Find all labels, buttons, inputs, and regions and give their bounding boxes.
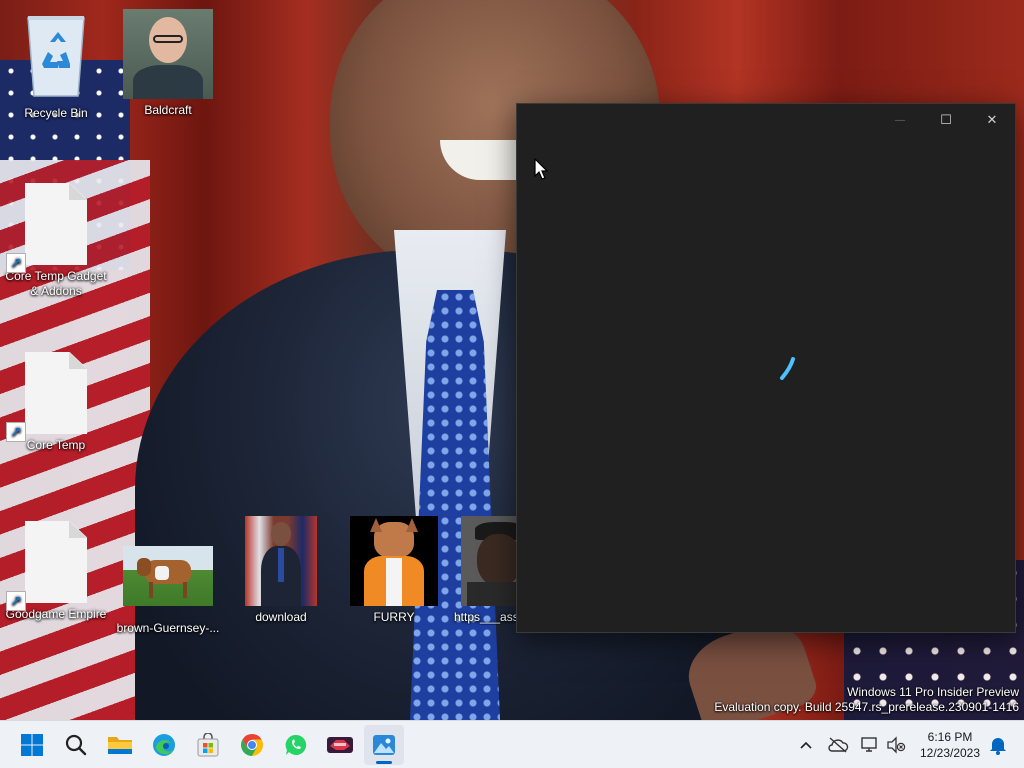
edge-icon (153, 734, 175, 756)
taskbar-clock[interactable]: 6:16 PM 12/23/2023 (912, 729, 988, 761)
desktop-icon-baldcraft[interactable]: Baldcraft (112, 9, 224, 118)
game-button[interactable] (320, 725, 360, 765)
windows-logo-icon (21, 734, 43, 756)
whatsapp-button[interactable] (276, 725, 316, 765)
minimize-button[interactable]: — (877, 104, 923, 136)
desktop-icon-label: brown-Guernsey-... (116, 621, 220, 635)
volume-tray-button[interactable] (884, 733, 908, 757)
mouse-cursor-icon (534, 158, 548, 180)
window-caption-buttons: — ☐ ✕ (877, 104, 1015, 136)
cloud-offline-icon (828, 737, 849, 753)
notifications-button[interactable] (986, 733, 1010, 757)
shortcut-arrow-icon: ↗ (6, 253, 26, 273)
furry-thumbnail (350, 516, 438, 606)
close-button[interactable]: ✕ (969, 104, 1015, 136)
network-tray-button[interactable] (858, 733, 882, 757)
recycle-bin-icon (27, 16, 85, 97)
shortcut-arrow-icon: ↗ (6, 591, 26, 611)
download-thumbnail (245, 516, 317, 606)
desktop-icon-goodgame-empire[interactable]: ↗ Goodgame Empire (0, 521, 112, 622)
document-icon (25, 521, 87, 603)
photos-icon (373, 735, 395, 755)
chevron-up-icon (800, 741, 812, 749)
tray-overflow-button[interactable] (794, 733, 818, 757)
desktop-icon-label: Recycle Bin (24, 106, 88, 120)
onedrive-tray-button[interactable] (826, 733, 850, 757)
search-button[interactable] (56, 725, 96, 765)
taskbar: 6:16 PM 12/23/2023 (0, 720, 1024, 768)
desktop-icon-download[interactable]: download (225, 516, 337, 625)
desktop-icon-core-temp[interactable]: ↗ Core Temp (0, 352, 112, 453)
microsoft-store-button[interactable] (188, 725, 228, 765)
desktop-icon-label: Baldcraft (144, 103, 192, 117)
edge-button[interactable] (144, 725, 184, 765)
watermark-build: Evaluation copy. Build 25947.rs_prerelea… (714, 700, 1019, 714)
store-icon (197, 733, 219, 757)
windows-watermark: Windows 11 Pro Insider Preview Evaluatio… (714, 685, 1019, 715)
cow-thumbnail (123, 546, 213, 606)
minimize-icon: — (895, 114, 905, 126)
document-icon (25, 183, 87, 265)
desktop-icon-https-asse[interactable]: https___asse (450, 516, 516, 625)
chrome-icon (241, 734, 263, 756)
chrome-button[interactable] (232, 725, 272, 765)
volume-muted-icon (887, 736, 906, 754)
maximize-button[interactable]: ☐ (923, 104, 969, 136)
folder-icon (108, 737, 132, 754)
game-icon (327, 737, 353, 753)
baldcraft-thumbnail (123, 9, 213, 99)
desktop-icon-brown-guernsey[interactable]: brown-Guernsey-... (112, 546, 224, 636)
whatsapp-icon (285, 734, 307, 755)
desktop-icon-furry[interactable]: FURRY (338, 516, 450, 625)
desktop-icon-label: FURRY (373, 610, 415, 624)
file-explorer-button[interactable] (100, 725, 140, 765)
document-icon (25, 352, 87, 434)
bell-icon (990, 738, 1006, 755)
desktop-icon-core-temp-gadget[interactable]: ↗ Core Temp Gadget & Addons (0, 183, 112, 299)
search-icon (65, 734, 87, 756)
clock-date: 12/23/2023 (919, 746, 981, 760)
app-window[interactable]: — ☐ ✕ (516, 103, 1016, 633)
shortcut-arrow-icon: ↗ (6, 422, 26, 442)
start-button[interactable] (12, 725, 52, 765)
desktop-icon-label: Core Temp Gadget & Addons (5, 269, 107, 298)
maximize-icon: ☐ (940, 112, 952, 127)
desktop-icon-label: download (255, 610, 307, 624)
clock-time: 6:16 PM (927, 730, 973, 744)
watermark-edition: Windows 11 Pro Insider Preview (847, 685, 1019, 699)
https-asse-thumbnail (461, 516, 516, 606)
network-icon (861, 737, 877, 752)
desktop-icon-recycle-bin[interactable]: Recycle Bin (0, 12, 112, 121)
close-icon: ✕ (986, 112, 998, 127)
desktop-icon-label: https___asse (454, 610, 516, 624)
photos-button[interactable] (364, 725, 404, 765)
loading-spinner-icon (780, 357, 795, 380)
